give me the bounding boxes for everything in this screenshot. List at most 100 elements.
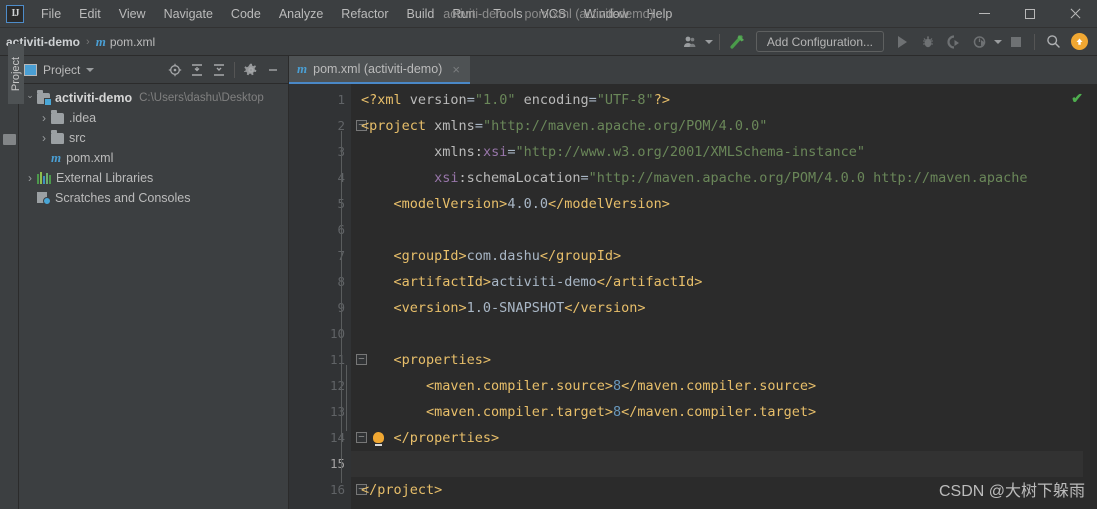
inspection-status-icon[interactable]: ✔ <box>1071 90 1083 107</box>
editor-gutter[interactable]: 12–34567891011–121314–1516– <box>289 84 384 509</box>
menu-item-edit[interactable]: Edit <box>70 3 110 25</box>
chevron-right-icon[interactable] <box>23 171 37 185</box>
search-icon[interactable] <box>1041 31 1065 53</box>
code-line[interactable] <box>351 217 1083 243</box>
user-settings-icon[interactable] <box>679 31 703 53</box>
chevron-right-icon[interactable] <box>37 131 51 145</box>
code-token-tag: </properties> <box>393 430 500 446</box>
code-token-str: "UTF-8" <box>596 92 654 108</box>
run-with-coverage-icon[interactable] <box>942 31 966 53</box>
update-available-icon[interactable] <box>1067 31 1091 53</box>
menu-item-code[interactable]: Code <box>222 3 270 25</box>
code-line[interactable]: <modelVersion>4.0.0</modelVersion> <box>351 191 1083 217</box>
close-tab-icon[interactable]: × <box>452 62 460 77</box>
code-line[interactable]: <maven.compiler.target>8</maven.compiler… <box>351 399 1083 425</box>
code-line[interactable]: <maven.compiler.source>8</maven.compiler… <box>351 373 1083 399</box>
project-view-dropdown-icon[interactable] <box>86 67 95 72</box>
code-line[interactable]: <version>1.0-SNAPSHOT</version> <box>351 295 1083 321</box>
breadcrumb-file[interactable]: pom.xml <box>110 35 155 49</box>
code-editor[interactable]: 12–34567891011–121314–1516– <?xml versio… <box>289 84 1097 509</box>
folder-icon <box>51 129 64 144</box>
hide-panel-icon[interactable] <box>262 59 283 80</box>
menu-item-vcs[interactable]: VCS <box>531 3 575 25</box>
editor-code[interactable]: <?xml version="1.0" encoding="UTF-8"?> <p… <box>351 84 1083 509</box>
menu-item-analyze[interactable]: Analyze <box>270 3 332 25</box>
tree-item-label: activiti-demo <box>55 91 133 105</box>
tree-item-idea[interactable]: .idea <box>19 108 288 128</box>
build-icon[interactable] <box>726 31 750 53</box>
collapse-all-icon[interactable] <box>208 59 229 80</box>
code-line[interactable]: <groupId>com.dashu</groupId> <box>351 243 1083 269</box>
tree-item-src[interactable]: src <box>19 128 288 148</box>
editor-tab-label: pom.xml (activiti-demo) <box>313 62 443 76</box>
code-token-tag: <maven.compiler.target> <box>426 404 613 420</box>
code-token-txt: com.dashu <box>466 248 540 264</box>
code-token-str: "http://maven.apache.org/POM/4.0.0" <box>482 118 768 134</box>
editor-scrollbar[interactable] <box>1083 84 1097 509</box>
code-line[interactable] <box>351 451 1083 477</box>
code-line[interactable]: <?xml version="1.0" encoding="UTF-8"?> <box>351 87 1083 113</box>
menu-item-refactor[interactable]: Refactor <box>332 3 397 25</box>
profile-icon[interactable] <box>968 31 992 53</box>
code-line[interactable]: <properties> <box>351 347 1083 373</box>
code-token-str: "1.0" <box>474 92 516 108</box>
sidebar-vertical-tab-project[interactable]: Project <box>8 44 24 104</box>
code-line[interactable]: <artifactId>activiti-demo</artifactId> <box>351 269 1083 295</box>
code-token-tag: <modelVersion> <box>393 196 508 212</box>
code-token-txt: activiti-demo <box>491 274 597 290</box>
menu-item-file[interactable]: File <box>32 3 70 25</box>
minimize-button[interactable] <box>962 0 1007 28</box>
window-controls <box>962 0 1097 28</box>
code-token-attr: version <box>409 92 467 108</box>
stop-icon[interactable] <box>1004 31 1028 53</box>
code-line[interactable]: xmlns:xsi="http://www.w3.org/2001/XMLSch… <box>351 139 1083 165</box>
code-token-txt: = <box>588 92 597 108</box>
code-token-tag: <groupId> <box>393 248 467 264</box>
project-tree: activiti-demo C:\Users\dashu\Desktop .idea… <box>19 84 288 509</box>
maximize-button[interactable] <box>1007 0 1052 28</box>
run-dropdown-caret-icon[interactable] <box>994 39 1002 44</box>
menu-item-window[interactable]: Window <box>575 3 637 25</box>
menu-item-help[interactable]: Help <box>638 3 682 25</box>
structure-tool-icon[interactable] <box>3 134 16 145</box>
menu-item-run[interactable]: Run <box>443 3 484 25</box>
menu-item-build[interactable]: Build <box>398 3 444 25</box>
menu-item-tools[interactable]: Tools <box>484 3 531 25</box>
expand-all-icon[interactable] <box>186 59 207 80</box>
chevron-right-icon[interactable] <box>37 111 51 125</box>
user-dropdown-caret-icon[interactable] <box>704 39 713 44</box>
minimize-icon <box>979 13 990 14</box>
run-icon[interactable] <box>890 31 914 53</box>
line-number-label: 1 <box>337 92 345 107</box>
code-line[interactable]: </properties> <box>351 425 1083 451</box>
code-line[interactable]: </project> <box>351 477 1083 503</box>
tree-item-path: C:\Users\dashu\Desktop <box>139 92 264 104</box>
debug-icon[interactable] <box>916 31 940 53</box>
tree-item-scratches-and-consoles[interactable]: Scratches and Consoles <box>19 188 288 208</box>
settings-gear-icon[interactable] <box>240 59 261 80</box>
tree-item-external-libraries[interactable]: External Libraries <box>19 168 288 188</box>
chevron-down-icon[interactable] <box>23 93 37 104</box>
code-line[interactable]: xsi:schemaLocation="http://maven.apache.… <box>351 165 1083 191</box>
editor-tab-pom-xml[interactable]: m pom.xml (activiti-demo) × <box>289 56 470 84</box>
menu-item-navigate[interactable]: Navigate <box>155 3 222 25</box>
tree-item-activiti-demo[interactable]: activiti-demo C:\Users\dashu\Desktop <box>19 88 288 108</box>
close-icon <box>1069 8 1081 20</box>
project-panel: Project ⌄ activiti-demo C:\Users\dashu\D… <box>19 56 289 509</box>
code-token-txt: = <box>474 118 483 134</box>
code-token-txt: 1.0-SNAPSHOT <box>466 300 565 316</box>
project-panel-title[interactable]: Project <box>43 63 80 77</box>
code-line[interactable] <box>351 321 1083 347</box>
code-line[interactable]: <project xmlns="http://maven.apache.org/… <box>351 113 1083 139</box>
close-button[interactable] <box>1052 0 1097 28</box>
tree-item-pom-xml[interactable]: m pom.xml <box>19 148 288 168</box>
add-configuration-button[interactable]: Add Configuration... <box>755 31 884 52</box>
select-opened-file-icon[interactable] <box>164 59 185 80</box>
menu-item-view[interactable]: View <box>110 3 155 25</box>
code-token-attr: xmlns: <box>434 144 483 160</box>
